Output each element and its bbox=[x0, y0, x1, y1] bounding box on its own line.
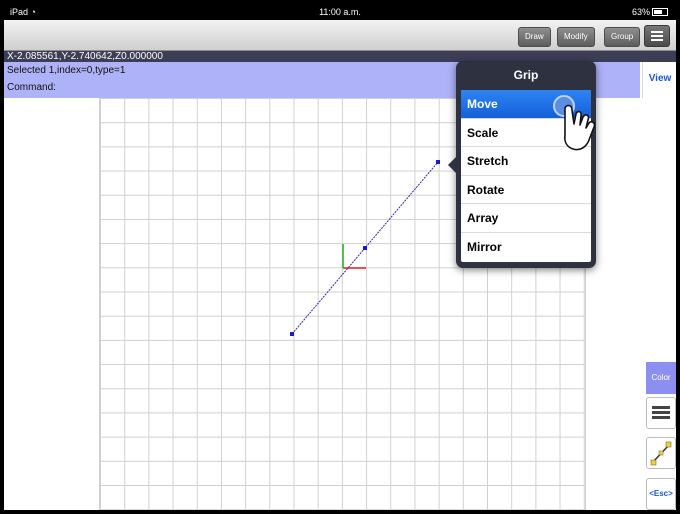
toolbar: Draw Modify Group bbox=[4, 20, 676, 51]
option-label: Move bbox=[467, 97, 498, 111]
grip-popover: Grip Move Scale Stretch Rotate Array Mir… bbox=[448, 61, 596, 268]
layers-icon[interactable] bbox=[646, 397, 676, 429]
popover-title: Grip bbox=[513, 68, 539, 82]
grip-option-rotate[interactable]: Rotate bbox=[461, 176, 591, 205]
view-button[interactable]: View bbox=[642, 62, 676, 98]
option-label: Rotate bbox=[467, 182, 505, 197]
status-time: 11:00 a.m. bbox=[319, 7, 361, 17]
menu-icon[interactable] bbox=[644, 25, 670, 47]
popover-arrow bbox=[448, 156, 457, 174]
option-label: Array bbox=[467, 211, 499, 226]
selection-status: Selected 1,index=0,type=1 bbox=[7, 65, 126, 76]
color-button[interactable]: Color bbox=[646, 362, 676, 394]
option-label: Mirror bbox=[467, 239, 502, 254]
group-button[interactable]: Group bbox=[604, 27, 641, 47]
grip-start[interactable] bbox=[290, 332, 294, 336]
modify-button[interactable]: Modify bbox=[557, 27, 595, 47]
command-prompt[interactable]: Command: bbox=[7, 82, 56, 93]
option-label: Scale bbox=[467, 125, 499, 140]
grip-end[interactable] bbox=[436, 160, 440, 164]
battery-icon bbox=[652, 8, 668, 16]
grip-option-mirror[interactable]: Mirror bbox=[461, 233, 591, 262]
grip-mid[interactable] bbox=[363, 246, 367, 250]
hand-cursor-icon bbox=[564, 104, 596, 151]
battery-status: 63% bbox=[632, 7, 668, 17]
line-tool-icon[interactable] bbox=[646, 437, 676, 469]
app-screen: iPad ◔ 11:00 a.m. 63% Draw Modify Group … bbox=[4, 4, 676, 510]
grip-option-array[interactable]: Array bbox=[461, 204, 591, 233]
status-bar: iPad ◔ 11:00 a.m. 63% bbox=[4, 4, 676, 20]
option-label: Stretch bbox=[467, 154, 509, 169]
escape-button[interactable]: <Esc> bbox=[646, 478, 676, 510]
draw-button[interactable]: Draw bbox=[518, 27, 551, 47]
